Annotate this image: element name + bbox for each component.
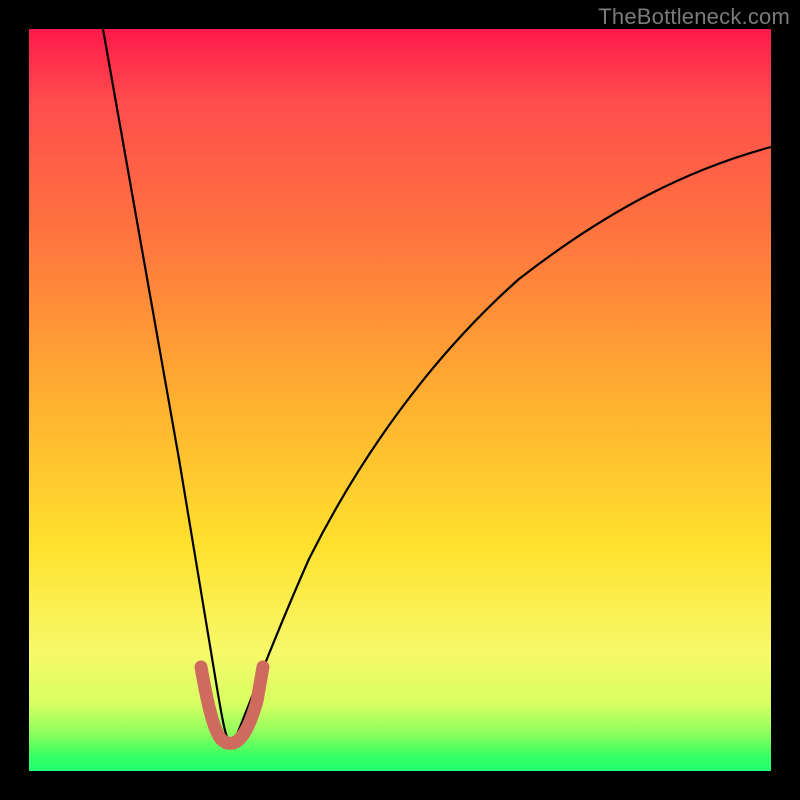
valley-highlight — [201, 667, 263, 743]
chart-frame: TheBottleneck.com — [0, 0, 800, 800]
curve-black — [103, 29, 771, 739]
plot-area — [29, 29, 771, 771]
watermark: TheBottleneck.com — [598, 4, 790, 30]
curves-svg — [29, 29, 771, 771]
